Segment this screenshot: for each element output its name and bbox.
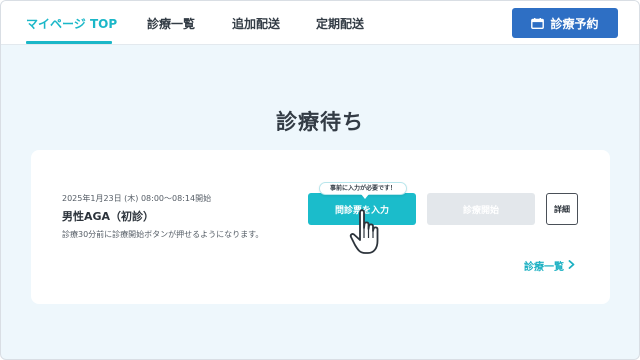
- consultation-list-link[interactable]: 診療一覧: [524, 258, 575, 273]
- tab-consultation-list[interactable]: 診療一覧: [147, 15, 195, 32]
- reserve-consultation-button[interactable]: 診療予約: [512, 8, 618, 38]
- tab-additional-delivery[interactable]: 追加配送: [232, 15, 280, 32]
- app-window: マイページ TOP 診療一覧 追加配送 定期配送 診療予約 診療待ち 2025年…: [0, 0, 640, 360]
- tab-regular-delivery[interactable]: 定期配送: [316, 15, 364, 32]
- appointment-card: 2025年1月23日 (木) 08:00〜08:14開始 男性AGA（初診） 診…: [31, 150, 610, 304]
- page-title: 診療待ち: [276, 110, 364, 134]
- calendar-icon: [531, 17, 545, 29]
- appointment-note: 診療30分前に診療開始ボタンが押せるようになります。: [62, 230, 264, 239]
- required-input-tooltip: 事前に入力が必要です！: [319, 182, 407, 199]
- consultation-list-link-label: 診療一覧: [524, 262, 564, 273]
- detail-button[interactable]: 詳細: [546, 193, 578, 225]
- appointment-name: 男性AGA（初診）: [62, 210, 155, 223]
- hand-pointer-icon: [349, 208, 387, 258]
- chevron-right-icon: [568, 259, 575, 272]
- top-nav: マイページ TOP 診療一覧 追加配送 定期配送 診療予約: [1, 1, 639, 45]
- tab-mypage-top[interactable]: マイページ TOP: [26, 15, 117, 32]
- active-tab-underline: [26, 41, 112, 44]
- start-consultation-button: 診療開始: [427, 193, 535, 225]
- appointment-datetime: 2025年1月23日 (木) 08:00〜08:14開始: [62, 194, 212, 203]
- reserve-button-label: 診療予約: [550, 16, 599, 31]
